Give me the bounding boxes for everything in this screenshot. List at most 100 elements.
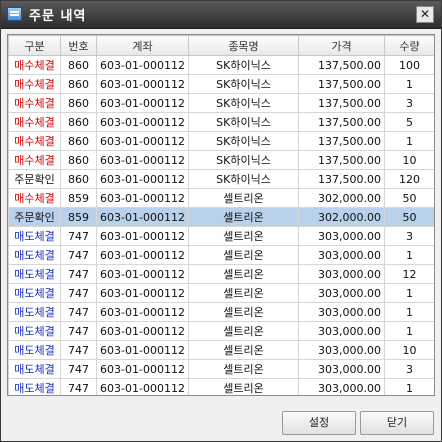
cell-price: 303,000.00 [298,283,385,303]
cell-type: 주문확인 [8,207,61,227]
col-header-account[interactable]: 계좌 [96,35,189,56]
table-row[interactable]: 매수체결 860 603-01-000112 SK하이닉스 137,500.00 10 [8,150,434,170]
cell-account: 603-01-000112 [96,226,189,246]
cell-number: 747 [60,264,97,284]
cell-number: 747 [60,359,97,379]
cell-type: 매도체결 [8,340,61,360]
table-row[interactable]: 매수체결 860 603-01-000112 SK하이닉스 137,500.00 5 [8,112,434,132]
cell-type: 매도체결 [8,245,61,265]
table-row[interactable]: 매도체결 747 603-01-000112 셀트리온 303,000.00 1 [8,378,434,395]
table-row[interactable]: 매수체결 860 603-01-000112 SK하이닉스 137,500.00 3 [8,93,434,113]
cell-type: 매수체결 [8,74,61,94]
table-row[interactable]: 매수체결 860 603-01-000112 SK하이닉스 137,500.00 100 [8,55,434,75]
cell-price: 137,500.00 [298,169,385,189]
table-row[interactable]: 매도체결 747 603-01-000112 셀트리온 303,000.00 1 [8,321,434,341]
cell-stock-name: 셀트리온 [188,378,299,395]
col-header-type[interactable]: 구분 [8,35,61,56]
table-row[interactable]: 주문확인 860 603-01-000112 SK하이닉스 137,500.00 120 [8,169,434,189]
cell-stock-name: SK하이닉스 [188,169,299,189]
cell-account: 603-01-000112 [96,302,189,322]
col-header-number[interactable]: 번호 [60,35,97,56]
cell-type: 매수체결 [8,112,61,132]
table-row[interactable]: 매도체결 747 603-01-000112 셀트리온 303,000.00 3 [8,226,434,246]
settings-button[interactable]: 설정 [282,411,356,435]
cell-stock-name: SK하이닉스 [188,112,299,132]
cell-account: 603-01-000112 [96,378,189,395]
cell-quantity: 1 [384,302,434,322]
cell-type: 매수체결 [8,55,61,75]
cell-price: 137,500.00 [298,74,385,94]
cell-account: 603-01-000112 [96,264,189,284]
table-row[interactable]: 매도체결 747 603-01-000112 셀트리온 303,000.00 1 [8,245,434,265]
cell-type: 매도체결 [8,226,61,246]
cell-price: 303,000.00 [298,359,385,379]
cell-account: 603-01-000112 [96,93,189,113]
cell-type: 매도체결 [8,302,61,322]
cell-quantity: 1 [384,74,434,94]
table-row[interactable]: 매도체결 747 603-01-000112 셀트리온 303,000.00 1 [8,283,434,303]
title-bar[interactable]: 주문 내역 ✕ [1,1,441,29]
close-button[interactable]: 닫기 [360,411,434,435]
cell-account: 603-01-000112 [96,169,189,189]
cell-account: 603-01-000112 [96,55,189,75]
cell-account: 603-01-000112 [96,321,189,341]
cell-number: 747 [60,340,97,360]
cell-price: 303,000.00 [298,245,385,265]
table-row[interactable]: 매수체결 860 603-01-000112 SK하이닉스 137,500.00 1 [8,131,434,151]
cell-quantity: 50 [384,207,434,227]
cell-stock-name: SK하이닉스 [188,93,299,113]
table-row[interactable]: 매수체결 860 603-01-000112 SK하이닉스 137,500.00 1 [8,74,434,94]
cell-stock-name: 셀트리온 [188,340,299,360]
col-header-price[interactable]: 가격 [298,35,385,56]
col-header-stock-name[interactable]: 종목명 [188,35,299,56]
close-window-button[interactable]: ✕ [416,6,434,23]
header-row: 구분 번호 계좌 종목명 가격 수량 [8,35,434,56]
cell-number: 859 [60,188,97,208]
cell-number: 860 [60,55,97,75]
cell-account: 603-01-000112 [96,112,189,132]
cell-quantity: 1 [384,245,434,265]
order-history-window: 주문 내역 ✕ 구분 번호 계좌 종목명 가격 수량 매수체결 860 603-01… [0,0,442,442]
cell-number: 747 [60,378,97,395]
cell-price: 302,000.00 [298,207,385,227]
cell-account: 603-01-000112 [96,283,189,303]
table-row[interactable]: 매도체결 747 603-01-000112 셀트리온 303,000.00 3 [8,359,434,379]
cell-quantity: 10 [384,340,434,360]
cell-stock-name: 셀트리온 [188,188,299,208]
cell-stock-name: 셀트리온 [188,264,299,284]
cell-number: 860 [60,131,97,151]
cell-number: 860 [60,169,97,189]
cell-number: 860 [60,74,97,94]
cell-type: 매도체결 [8,283,61,303]
cell-stock-name: 셀트리온 [188,226,299,246]
cell-stock-name: 셀트리온 [188,359,299,379]
order-grid[interactable]: 구분 번호 계좌 종목명 가격 수량 매수체결 860 603-01-000112 S… [7,34,435,396]
cell-account: 603-01-000112 [96,131,189,151]
cell-account: 603-01-000112 [96,188,189,208]
cell-stock-name: SK하이닉스 [188,150,299,170]
cell-account: 603-01-000112 [96,207,189,227]
cell-quantity: 1 [384,283,434,303]
cell-price: 137,500.00 [298,93,385,113]
cell-type: 매수체결 [8,131,61,151]
cell-account: 603-01-000112 [96,359,189,379]
col-header-quantity[interactable]: 수량 [384,35,434,56]
cell-number: 747 [60,302,97,322]
table-row[interactable]: 매도체결 747 603-01-000112 셀트리온 303,000.00 12 [8,264,434,284]
cell-price: 137,500.00 [298,55,385,75]
cell-quantity: 12 [384,264,434,284]
cell-stock-name: SK하이닉스 [188,55,299,75]
cell-quantity: 3 [384,226,434,246]
cell-stock-name: 셀트리온 [188,302,299,322]
cell-quantity: 1 [384,321,434,341]
cell-price: 137,500.00 [298,112,385,132]
cell-quantity: 3 [384,93,434,113]
cell-quantity: 1 [384,378,434,395]
table-row[interactable]: 매도체결 747 603-01-000112 셀트리온 303,000.00 1 [8,302,434,322]
cell-stock-name: 셀트리온 [188,321,299,341]
table-row[interactable]: 매도체결 747 603-01-000112 셀트리온 303,000.00 10 [8,340,434,360]
cell-type: 매수체결 [8,150,61,170]
cell-account: 603-01-000112 [96,150,189,170]
table-row[interactable]: 주문확인 859 603-01-000112 셀트리온 302,000.00 50 [8,207,434,227]
table-row[interactable]: 매수체결 859 603-01-000112 셀트리온 302,000.00 50 [8,188,434,208]
